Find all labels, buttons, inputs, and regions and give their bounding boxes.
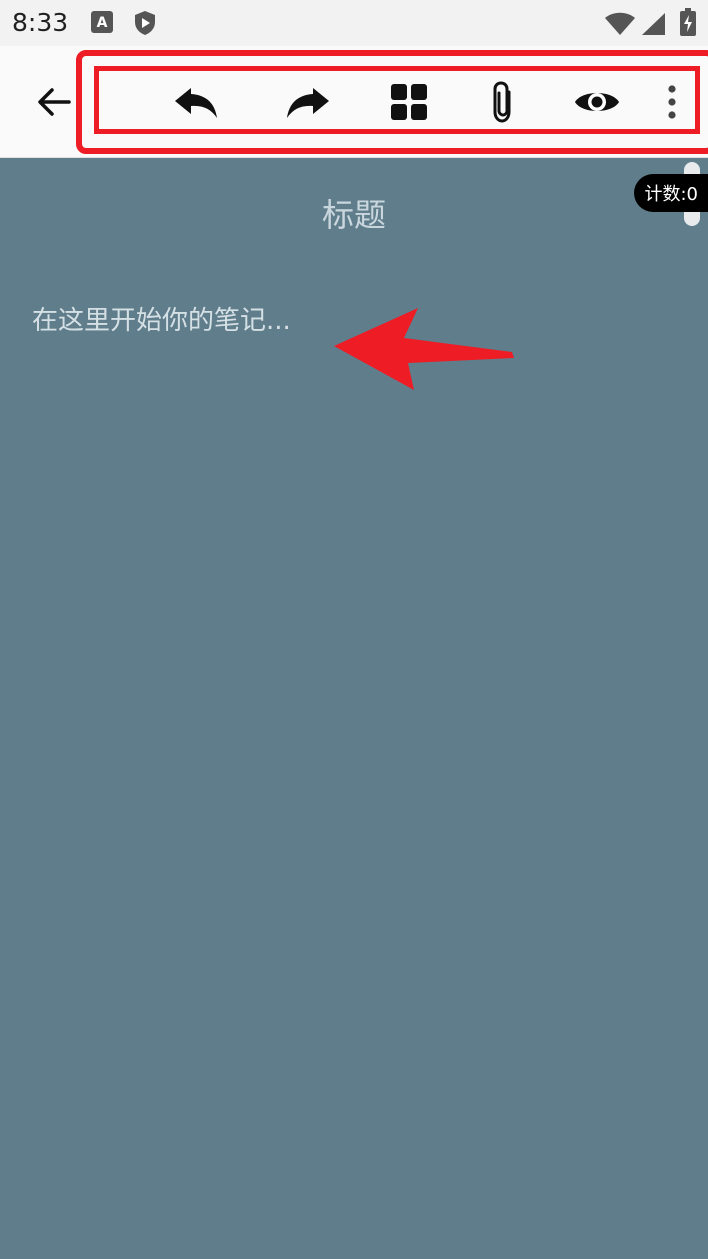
- redo-button[interactable]: [278, 80, 338, 128]
- body-input[interactable]: 在这里开始你的笔记...: [32, 300, 291, 337]
- title-input[interactable]: 标题: [0, 190, 708, 236]
- eye-icon: [574, 87, 620, 121]
- status-time: 8:33: [12, 8, 69, 37]
- svg-text:A: A: [97, 15, 108, 31]
- redo-icon: [283, 84, 333, 124]
- paperclip-icon: [489, 80, 519, 128]
- more-button[interactable]: [646, 80, 698, 128]
- signal-icon: [640, 12, 666, 40]
- categories-button[interactable]: [379, 80, 439, 128]
- undo-icon: [171, 84, 221, 124]
- more-vert-icon: [667, 85, 677, 123]
- wifi-icon: [604, 12, 636, 40]
- attach-button[interactable]: [474, 80, 534, 128]
- editor-area[interactable]: 标题 在这里开始你的笔记... 计数:0: [0, 158, 708, 1259]
- annotation-arrow-icon: [330, 308, 520, 402]
- arrow-left-icon: [37, 87, 71, 121]
- preview-button[interactable]: [567, 80, 627, 128]
- word-counter: 计数:0: [634, 174, 708, 212]
- undo-button[interactable]: [166, 80, 226, 128]
- back-button[interactable]: [30, 80, 78, 128]
- status-bar: 8:33 A: [0, 0, 708, 46]
- font-a-icon: A: [90, 10, 114, 38]
- battery-charging-icon: [680, 8, 696, 40]
- shield-play-icon: [133, 10, 157, 40]
- grid-icon: [390, 83, 428, 125]
